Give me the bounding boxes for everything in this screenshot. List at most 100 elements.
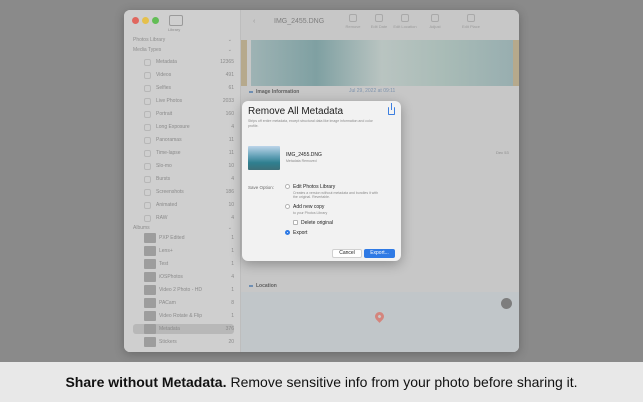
media-type-item-slo-mo[interactable]: Slo-mo 10 [133,161,234,171]
sidebar-item-count: 4 [231,215,234,221]
album-thumbnail [144,246,156,256]
media-type-icon [144,162,151,170]
export-button[interactable]: Export... [364,249,395,258]
adjust-button[interactable]: Adjust [423,14,447,29]
media-type-item-panoramas[interactable]: Panoramas 11 [133,135,234,145]
calendar-icon [375,14,383,22]
media-type-item-long-exposure[interactable]: Long Exposure 4 [133,122,234,132]
map-options-button[interactable] [501,298,512,309]
album-item-stickers[interactable]: Stickers 20 [133,337,234,347]
location-map[interactable] [241,292,519,352]
media-type-item-metadata[interactable]: Metadata 12365 [133,57,234,67]
sidebar-item-label: Slo-mo [156,163,172,169]
albums-section-label: Albums [133,225,150,231]
album-thumbnail [144,298,156,308]
edit-location-button[interactable]: Edit Location [393,14,417,29]
media-type-icon [144,149,151,157]
caption-bar: Share without Metadata. Remove sensitive… [0,362,643,402]
sidebar-item-count: 186 [225,189,234,195]
caption-headline: Share without Metadata. [65,374,227,390]
album-thumbnail [144,259,156,269]
sidebar-item-count: 20 [228,339,234,345]
media-type-item-videos[interactable]: Videos 491 [133,70,234,80]
location-header: Location [249,283,277,289]
album-item-pacam[interactable]: PACam 8 [133,298,234,308]
album-item-pxp-edited[interactable]: PXP Edited 1 [133,233,234,243]
sidebar-item-count: 4 [231,176,234,182]
sidebar-item-label: Video 2 Photo - HD [159,287,202,293]
sidebar-item-label: Videos [156,72,172,78]
media-type-item-screenshots[interactable]: Screenshots 186 [133,187,234,197]
sidebar-item-label: PXP Edited [159,235,185,241]
image-information-header: Image Information [249,89,299,95]
library-section-label: Photos Library [133,37,166,43]
album-item-test[interactable]: Test 1 [133,259,234,269]
sidebar-item-label: Metadata [159,326,180,332]
media-type-item-selfies[interactable]: Selfies 61 [133,83,234,93]
media-type-item-live-photos[interactable]: Live Photos 2033 [133,96,234,106]
zoom-window-button[interactable] [152,17,159,24]
export-radio[interactable] [285,230,290,235]
previous-photo-thumbnail[interactable] [241,40,247,86]
sidebar-item-label: Time-lapse [156,150,181,156]
sidebar-item-label: Lens+ [159,248,173,254]
delete-original-label: Delete original [301,220,333,226]
sidebar-item-count: 1 [231,248,234,254]
share-icon[interactable] [388,103,395,115]
chevron-down-icon[interactable]: ⌄ [228,225,232,231]
media-type-icon [144,84,151,92]
edit-place-button[interactable]: Edit Place [459,14,483,29]
back-icon[interactable]: ‹ [253,18,255,25]
add-new-copy-label: Add new copy [293,204,325,210]
album-item-lens[interactable]: Lens+ 1 [133,246,234,256]
media-type-item-time-lapse[interactable]: Time-lapse 11 [133,148,234,158]
delete-original-checkbox[interactable] [293,220,298,225]
sidebar-item-label: Metadata [156,59,177,65]
sidebar-item-label: Screenshots [156,189,184,195]
remove-button[interactable]: Remove [341,14,365,29]
map-pin-icon [373,310,386,323]
sidebar-item-count: 491 [225,72,234,78]
close-window-button[interactable] [132,17,139,24]
export-option-label: Export [293,230,308,236]
sidebar-item-count: 10 [228,163,234,169]
album-thumbnail [144,233,156,243]
sidebar-item-count: 1 [231,313,234,319]
add-new-copy-desc: to your Photos Library [293,211,328,215]
sidebar-item-count: 2033 [222,98,234,104]
media-type-icon [144,188,151,196]
chevron-down-icon[interactable]: ⌄ [228,37,232,43]
cancel-button[interactable]: Cancel [332,249,362,258]
chevron-down-icon[interactable]: ⌄ [228,47,232,53]
add-new-copy-radio[interactable] [285,204,290,209]
media-type-icon [144,97,151,105]
sidebar-item-count: 4 [231,274,234,280]
sidebar-item-label: Video Rotate & Flip [159,313,202,319]
sidebar-item-count: 61 [228,85,234,91]
media-types-section-label: Media Types [133,47,162,53]
album-item-iosphotos[interactable]: iOSPhotos 4 [133,272,234,282]
media-type-item-animated[interactable]: Animated 10 [133,200,234,210]
sidebar-item-count: 1 [231,261,234,267]
location-icon [401,14,409,22]
next-photo-thumbnail[interactable] [513,40,519,86]
edit-date-button[interactable]: Edit Date [367,14,391,29]
sidebar-toggle-icon[interactable] [169,15,183,26]
sidebar-item-count: 160 [225,111,234,117]
adjust-icon [431,14,439,22]
media-type-item-portrait[interactable]: Portrait 160 [133,109,234,119]
file-thumbnail [248,146,280,170]
album-item-video-rotate-flip[interactable]: Video Rotate & Flip 1 [133,311,234,321]
file-status: Metadata Removed [286,159,317,163]
traffic-lights [132,17,159,24]
minimize-window-button[interactable] [142,17,149,24]
media-type-icon [144,136,151,144]
edit-photos-library-radio[interactable] [285,184,290,189]
album-item-video-2-photo-hd[interactable]: Video 2 Photo - HD 1 [133,285,234,295]
album-item-metadata[interactable]: Metadata 376 [133,324,234,334]
sidebar-item-count: 11 [228,150,234,156]
sidebar-item-label: Animated [156,202,178,208]
place-icon [467,14,475,22]
media-type-item-raw[interactable]: RAW 4 [133,213,234,223]
media-type-item-bursts[interactable]: Bursts 4 [133,174,234,184]
